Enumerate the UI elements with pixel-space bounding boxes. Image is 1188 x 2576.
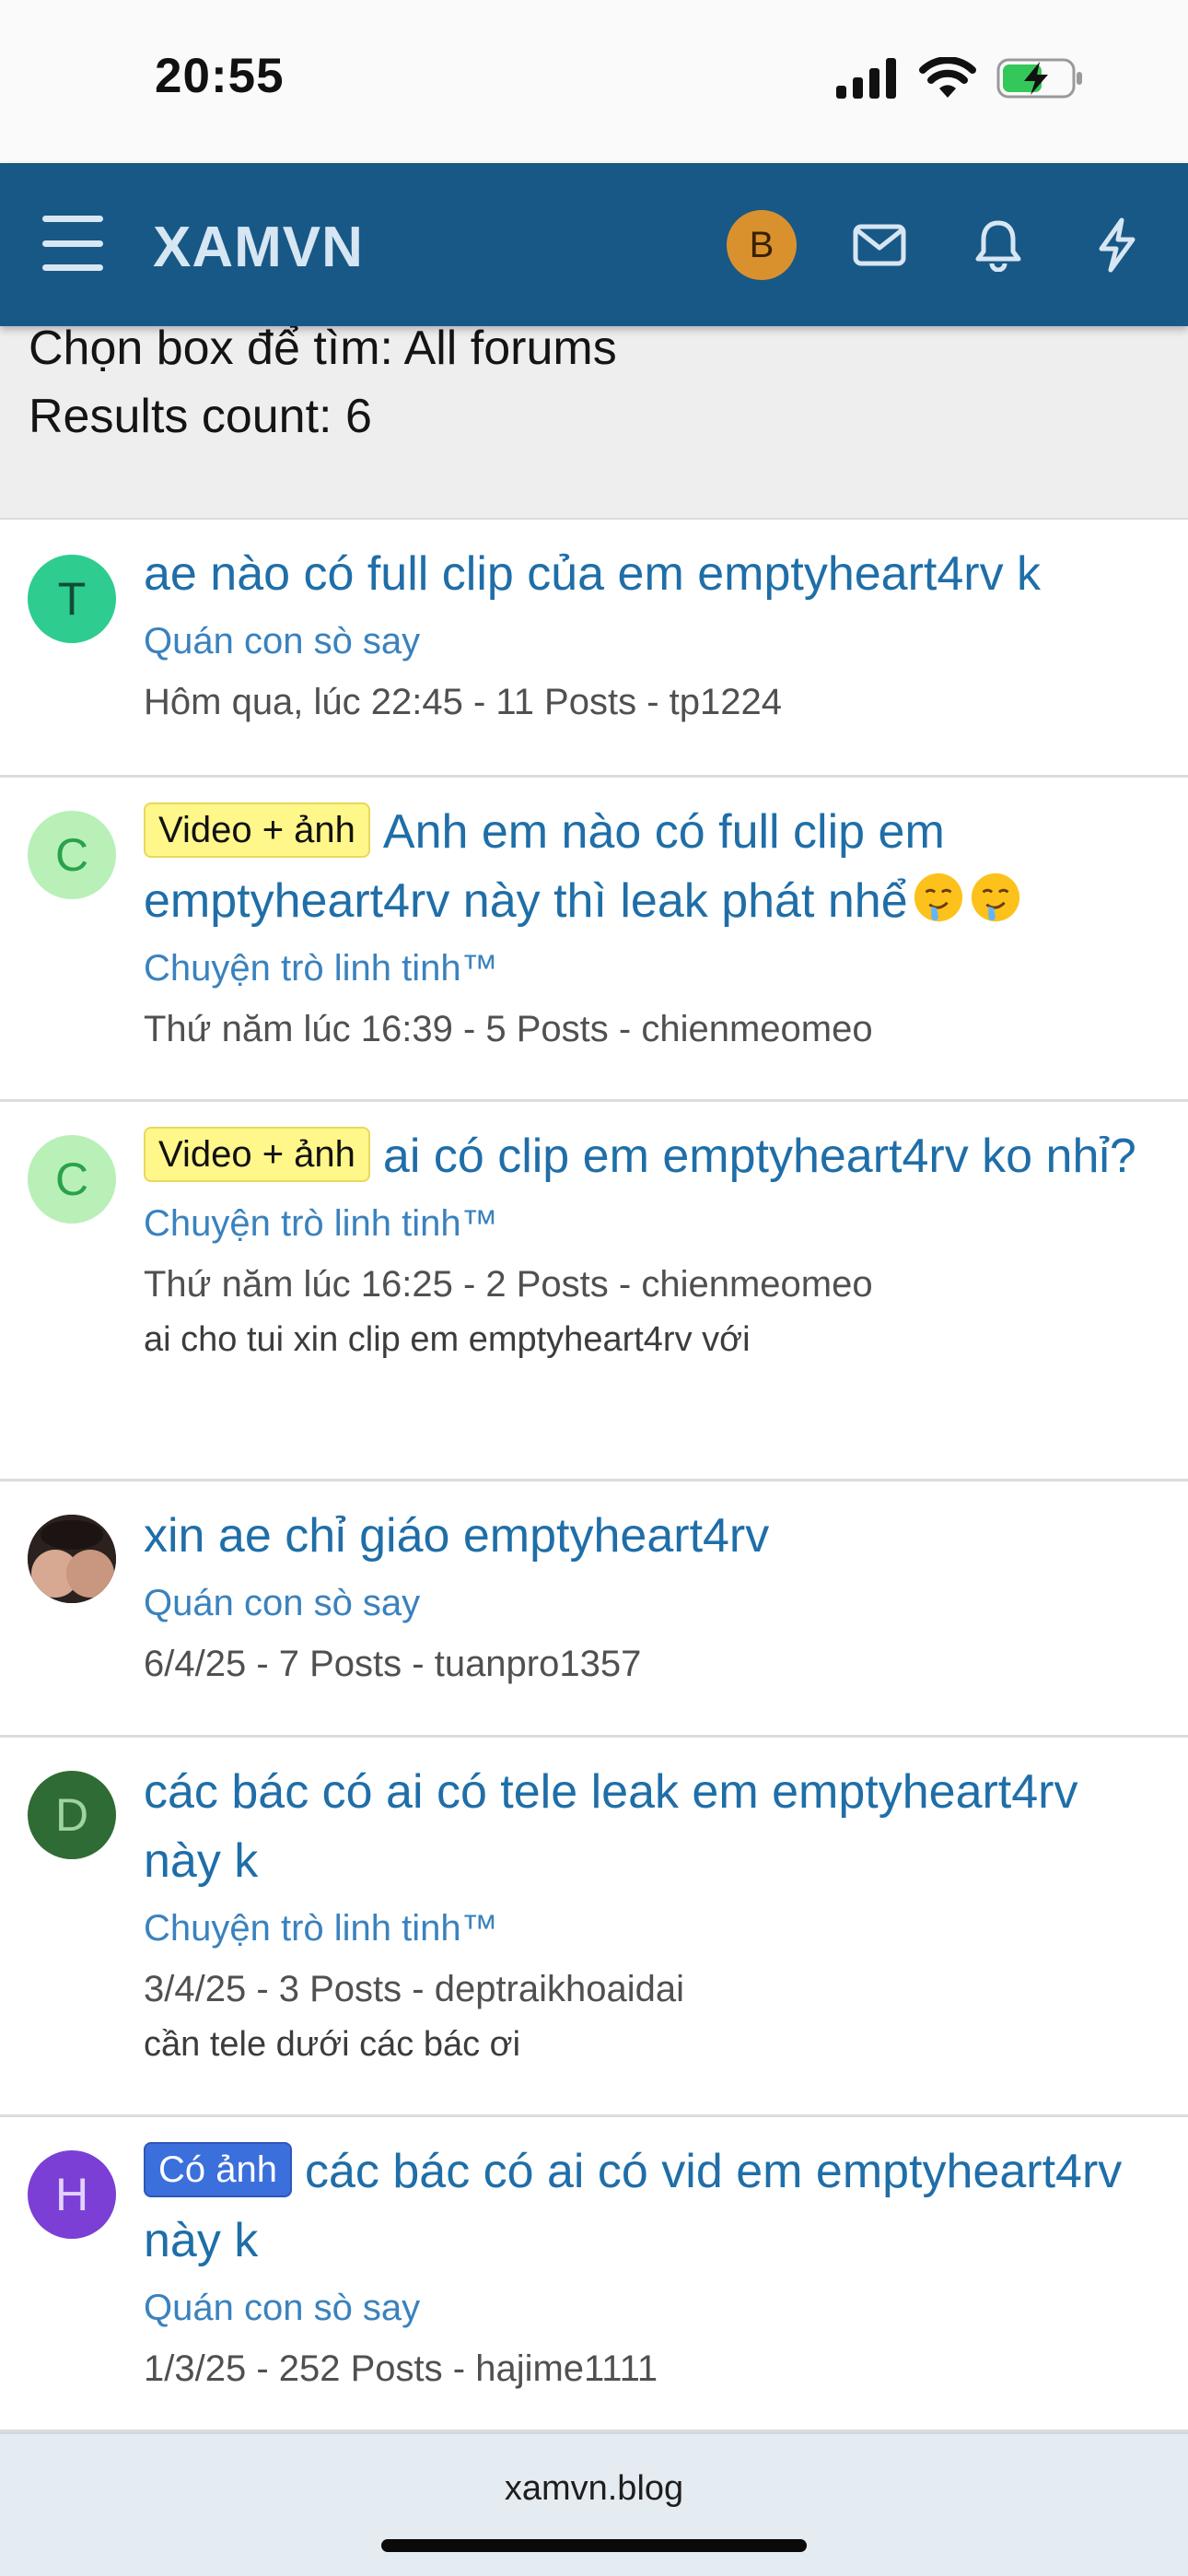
thread-title-text[interactable]: xin ae chỉ giáo emptyheart4rv xyxy=(144,1509,769,1563)
forum-name[interactable]: Quán con sò say xyxy=(144,1580,1142,1626)
avatar[interactable]: T xyxy=(28,555,116,643)
thread-title-text[interactable]: các bác có ai có tele leak em emptyheart… xyxy=(144,1765,1077,1888)
thread-title[interactable]: Video + ảnh ai có clip em emptyheart4rv k… xyxy=(144,1122,1142,1191)
drooling-face-emoji-icon xyxy=(971,872,1019,922)
status-bar: 20:55 xyxy=(0,0,1188,163)
avatar[interactable]: C xyxy=(28,1135,116,1224)
menu-icon[interactable] xyxy=(42,216,103,271)
forum-name[interactable]: Chuyện trò linh tinh™ xyxy=(144,1905,1142,1951)
thread-title-text[interactable]: ae nào có full clip của em emptyheart4rv… xyxy=(144,547,1041,601)
avatar-photo[interactable] xyxy=(28,1515,116,1603)
mail-icon[interactable] xyxy=(849,215,910,275)
thread-title[interactable]: ae nào có full clip của em emptyheart4rv… xyxy=(144,540,1142,609)
status-icons xyxy=(836,57,1085,100)
avatar[interactable]: H xyxy=(28,2150,116,2239)
search-result-item[interactable]: C Video + ảnh Anh em nào có full clip em … xyxy=(0,778,1188,1102)
post-snippet: cần tele dưới các bác ơi xyxy=(144,2025,521,2064)
bolt-icon[interactable] xyxy=(1087,215,1147,275)
avatar[interactable]: C xyxy=(28,811,116,899)
results-count-text: Results count: 6 xyxy=(29,390,372,443)
thread-title[interactable]: Video + ảnh Anh em nào có full clip em em… xyxy=(144,798,1142,936)
prefix-label[interactable]: Video + ảnh xyxy=(144,1127,370,1182)
avatar-image xyxy=(28,1515,116,1603)
thread-title[interactable]: các bác có ai có tele leak em emptyheart… xyxy=(144,1758,1142,1896)
battery-charging-icon xyxy=(996,58,1082,99)
thread-meta: Thứ năm lúc 16:25 - 2 Posts - chienmeome… xyxy=(144,1264,873,1305)
forum-filter-text: Chọn box để tìm: All forums xyxy=(29,322,617,375)
drooling-face-emoji-icon xyxy=(914,872,962,922)
search-result-item[interactable]: D các bác có ai có tele leak em emptyhea… xyxy=(0,1738,1188,2117)
wifi-icon xyxy=(919,57,976,98)
signal-icon xyxy=(836,58,896,99)
home-indicator[interactable] xyxy=(381,2539,807,2552)
avatar[interactable]: D xyxy=(28,1771,116,1859)
search-result-item[interactable]: T ae nào có full clip của em emptyheart4… xyxy=(0,521,1188,778)
post-snippet: ai cho tui xin clip em emptyheart4rv với xyxy=(144,1320,751,1359)
forum-name[interactable]: Quán con sò say xyxy=(144,2285,1142,2331)
thread-meta: Thứ năm lúc 16:39 - 5 Posts - chienmeome… xyxy=(144,1009,873,1049)
thread-title-text[interactable]: ai có clip em emptyheart4rv ko nhỉ? xyxy=(383,1130,1136,1183)
thread-meta: Hôm qua, lúc 22:45 - 11 Posts - tp1224 xyxy=(144,682,782,722)
thread-meta: 6/4/25 - 7 Posts - tuanpro1357 xyxy=(144,1644,642,1684)
forum-name[interactable]: Quán con sò say xyxy=(144,618,1142,664)
search-result-item[interactable]: H Có ảnh các bác có ai có vid em emptyhea… xyxy=(0,2117,1188,2432)
status-time: 20:55 xyxy=(155,49,285,103)
url-text[interactable]: xamvn.blog xyxy=(0,2469,1188,2509)
site-logo[interactable]: XAMVN xyxy=(153,215,364,280)
search-result-item[interactable]: C Video + ảnh ai có clip em emptyheart4rv… xyxy=(0,1102,1188,1481)
search-result-item[interactable]: xin ae chỉ giáo emptyheart4rv Quán con s… xyxy=(0,1481,1188,1738)
browser-address-bar[interactable]: xamvn.blog xyxy=(0,2432,1188,2576)
top-navbar: XAMVN B xyxy=(0,163,1188,326)
prefix-label[interactable]: Video + ảnh xyxy=(144,802,370,858)
user-avatar[interactable]: B xyxy=(727,210,797,280)
thread-title[interactable]: Có ảnh các bác có ai có vid em emptyheart… xyxy=(144,2137,1142,2276)
search-filter-summary: Chọn box để tìm: All forums Results coun… xyxy=(0,322,1188,520)
bell-icon[interactable] xyxy=(968,215,1029,275)
thread-title[interactable]: xin ae chỉ giáo emptyheart4rv xyxy=(144,1502,1142,1571)
forum-name[interactable]: Chuyện trò linh tinh™ xyxy=(144,945,1142,991)
prefix-label[interactable]: Có ảnh xyxy=(144,2142,292,2197)
thread-meta: 1/3/25 - 252 Posts - hajime1111 xyxy=(144,2348,658,2389)
forum-name[interactable]: Chuyện trò linh tinh™ xyxy=(144,1200,1142,1247)
thread-meta: 3/4/25 - 3 Posts - deptraikhoaidai xyxy=(144,1969,685,2009)
